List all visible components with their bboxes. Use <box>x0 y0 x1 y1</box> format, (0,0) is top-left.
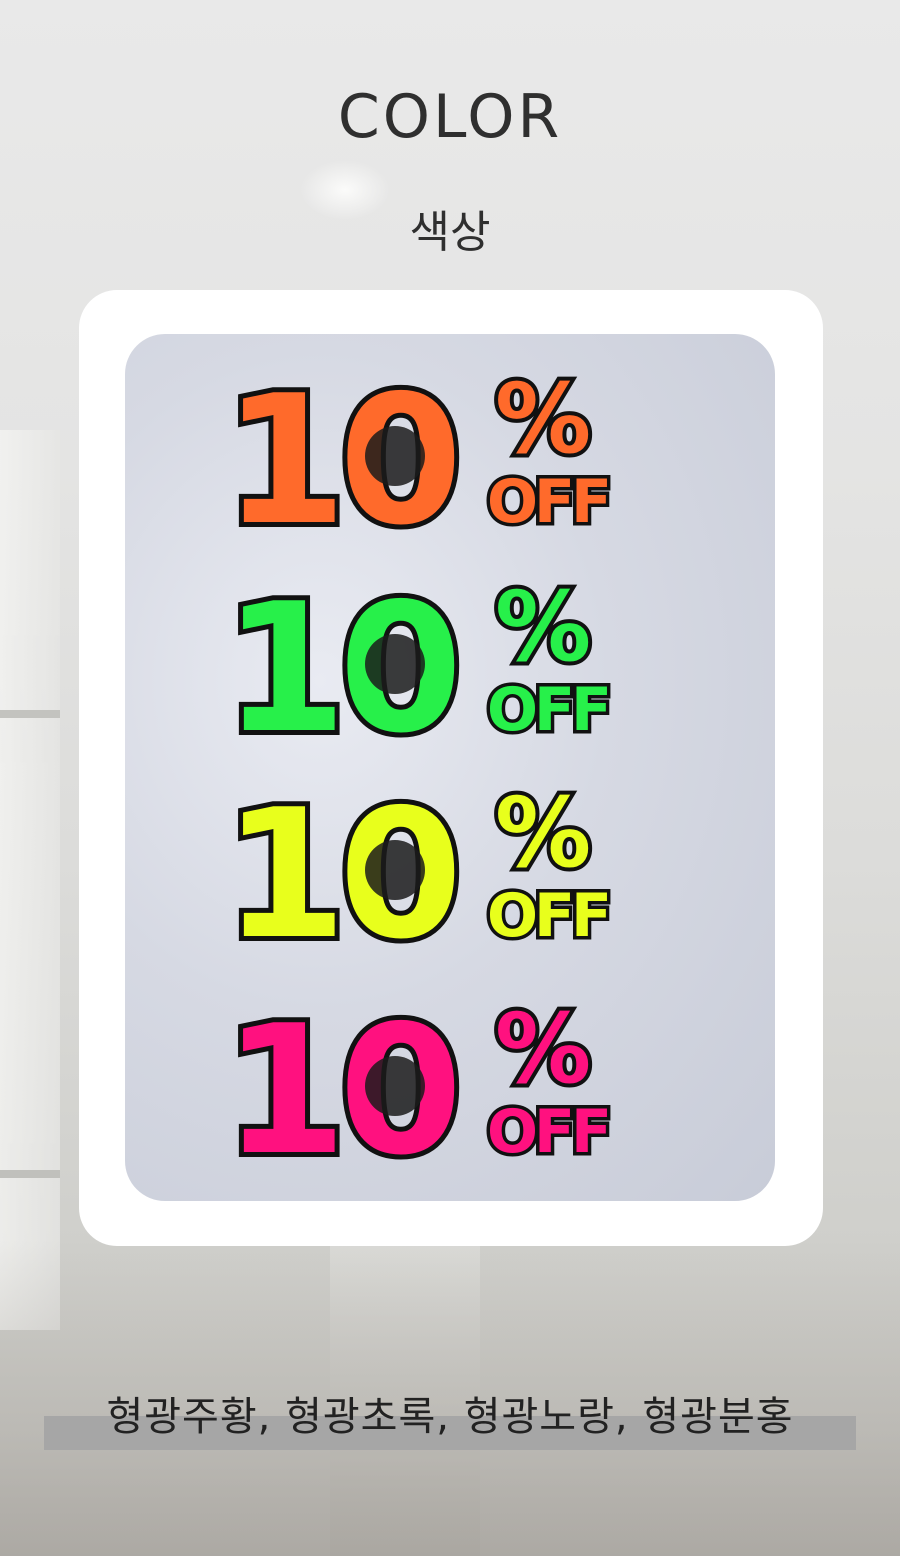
background-window <box>0 430 60 1330</box>
sticker-pink: 10 % OFF <box>218 982 615 1199</box>
sticker-percent: % <box>495 777 591 889</box>
section-subtitle: 색상 <box>409 207 491 258</box>
color-options-caption: 형광주황, 형광초록, 형광노랑, 형광분홍 <box>106 1394 794 1440</box>
sticker-off-label: OFF <box>487 675 608 745</box>
sticker-set: 10 % OFF 10 % OFF 10 % OFF 10 % OFF <box>218 352 615 1199</box>
product-photo: 10 % OFF 10 % OFF 10 % OFF 10 % OFF <box>125 334 775 1201</box>
product-photo-card: 10 % OFF 10 % OFF 10 % OFF 10 % OFF <box>79 290 823 1246</box>
sticker-percent: % <box>495 363 591 475</box>
sticker-off-label: OFF <box>487 1097 608 1167</box>
section-title: COLOR <box>337 82 563 152</box>
sticker-yellow: 10 % OFF <box>218 766 615 983</box>
sticker-off-label: OFF <box>487 467 608 537</box>
sticker-percent: % <box>495 571 591 683</box>
sticker-percent: % <box>495 993 591 1105</box>
sticker-green: 10 % OFF <box>218 560 615 777</box>
sticker-off-label: OFF <box>487 881 608 951</box>
sticker-orange: 10 % OFF <box>218 352 615 569</box>
